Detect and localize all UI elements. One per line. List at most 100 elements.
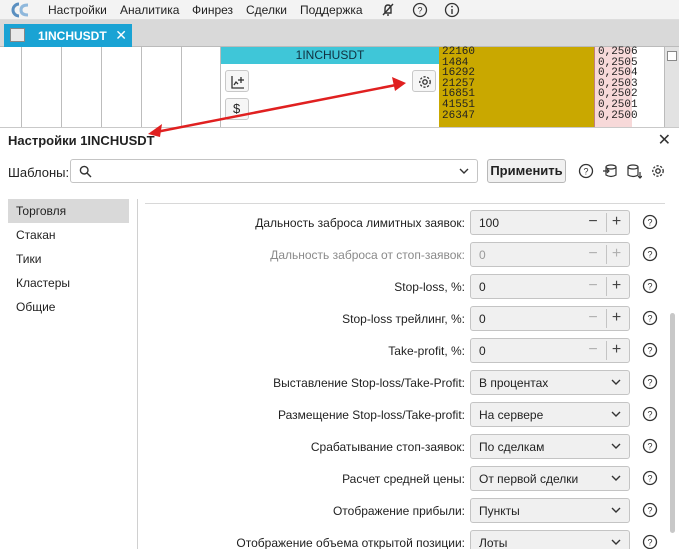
svg-text:?: ?: [647, 282, 652, 292]
export-template-icon[interactable]: [626, 163, 642, 179]
row-limit-order-offset: Дальность заброса лимитных заявок: 100 −…: [145, 208, 665, 240]
apply-button[interactable]: Применить: [487, 159, 566, 183]
take-profit-stepper[interactable]: 0 − +: [470, 338, 630, 363]
profit-display-select[interactable]: Пункты: [470, 498, 630, 523]
help-icon[interactable]: ?: [642, 534, 658, 549]
chart-add-icon: [231, 76, 244, 89]
menu-finrez[interactable]: Финрез: [192, 3, 233, 17]
help-icon[interactable]: ?: [642, 470, 658, 486]
help-icon[interactable]: ?: [642, 438, 658, 454]
row-sl-tp-mode: Выставление Stop-loss/Take-Profit: В про…: [145, 368, 665, 400]
sidebar-divider: [137, 199, 138, 549]
help-icon[interactable]: ?: [642, 310, 658, 326]
position-volume-select[interactable]: Лоты: [470, 530, 630, 549]
row-stop-loss: Stop-loss, %: 0 − + ?: [145, 272, 665, 304]
menu-support[interactable]: Поддержка: [300, 3, 363, 17]
decrement-button[interactable]: −: [584, 341, 602, 360]
chevron-down-icon: [611, 411, 621, 417]
currency-button[interactable]: $: [225, 98, 249, 120]
templates-search-input[interactable]: [70, 159, 478, 183]
search-icon: [79, 165, 92, 178]
stop-loss-stepper[interactable]: 0 − +: [470, 274, 630, 299]
chart-header: 1INCHUSDT: [221, 47, 439, 64]
svg-text:?: ?: [417, 6, 422, 16]
help-icon[interactable]: ?: [642, 246, 658, 262]
tab-title: 1INCHUSDT: [38, 29, 107, 43]
column-divider: [21, 47, 22, 127]
svg-text:?: ?: [647, 410, 652, 420]
sidebar-item-orderbook[interactable]: Стакан: [8, 223, 129, 247]
field-label: Отображение объема открытой позиции:: [236, 536, 465, 549]
top-menu-bar: Настройки Аналитика Финрез Сделки Поддер…: [0, 0, 679, 20]
field-label: Дальность заброса лимитных заявок:: [255, 216, 465, 230]
column-divider: [61, 47, 62, 127]
sidebar-item-general[interactable]: Общие: [8, 295, 129, 319]
row-take-profit: Take-profit, %: 0 − + ?: [145, 336, 665, 368]
increment-button[interactable]: +: [606, 213, 626, 232]
field-label: Размещение Stop-loss/Take-profit:: [277, 408, 465, 422]
dialog-close-icon[interactable]: ✕: [658, 130, 671, 150]
menu-deals[interactable]: Сделки: [246, 3, 287, 17]
select-value: Лоты: [479, 536, 508, 549]
menu-settings[interactable]: Настройки: [48, 3, 107, 17]
chevron-down-icon: [611, 443, 621, 449]
help-icon[interactable]: ?: [642, 342, 658, 358]
limit-order-offset-stepper[interactable]: 100 − +: [470, 210, 630, 235]
tab-1inchusdt[interactable]: 1INCHUSDT ✕: [4, 24, 132, 47]
help-icon[interactable]: ?: [578, 163, 594, 179]
sl-tp-placement-select[interactable]: На сервере: [470, 402, 630, 427]
chart-settings-button[interactable]: [412, 70, 436, 92]
chevron-down-icon[interactable]: [459, 168, 469, 175]
svg-text:?: ?: [647, 378, 652, 388]
increment-button[interactable]: +: [606, 341, 626, 360]
scrollbar[interactable]: [670, 313, 675, 533]
stepper-value: 0: [479, 280, 486, 294]
dialog-title: Настройки 1INCHUSDT: [8, 133, 155, 148]
increment-button[interactable]: +: [606, 309, 626, 328]
row-stop-order-offset: Дальность заброса от стоп-заявок: 0 − + …: [145, 240, 665, 272]
help-icon[interactable]: ?: [642, 278, 658, 294]
increment-button: +: [606, 245, 626, 264]
field-label: Take-profit, %:: [388, 344, 465, 358]
svg-text:?: ?: [647, 314, 652, 324]
svg-text:?: ?: [647, 218, 652, 228]
decrement-button[interactable]: −: [584, 213, 602, 232]
help-icon[interactable]: ?: [642, 214, 658, 230]
svg-text:?: ?: [647, 474, 652, 484]
orderbook-price-column: 0,2506 0,2505 0,2504 0,2503 0,2502 0,250…: [594, 47, 638, 127]
help-icon[interactable]: ?: [642, 374, 658, 390]
orderbook-volume: 41551: [442, 98, 476, 111]
notifications-off-icon[interactable]: [380, 2, 396, 18]
field-label: Дальность заброса от стоп-заявок:: [270, 248, 465, 262]
settings-sidebar: Торговля Стакан Тики Кластеры Общие: [8, 199, 129, 319]
row-profit-display: Отображение прибыли: Пункты ?: [145, 496, 665, 528]
help-icon[interactable]: ?: [642, 406, 658, 422]
menu-analytics[interactable]: Аналитика: [120, 3, 179, 17]
sidebar-item-trading[interactable]: Торговля: [8, 199, 129, 223]
increment-button[interactable]: +: [606, 277, 626, 296]
stop-trigger-select[interactable]: По сделкам: [470, 434, 630, 459]
stop-loss-trailing-stepper[interactable]: 0 − +: [470, 306, 630, 331]
decrement-button[interactable]: −: [584, 309, 602, 328]
row-position-volume-display: Отображение объема открытой позиции: Лот…: [145, 528, 665, 549]
sl-tp-mode-select[interactable]: В процентах: [470, 370, 630, 395]
sidebar-item-clusters[interactable]: Кластеры: [8, 271, 129, 295]
svg-text:?: ?: [583, 167, 588, 177]
field-label: Выставление Stop-loss/Take-Profit:: [273, 376, 465, 390]
gear-icon[interactable]: [650, 163, 666, 179]
chevron-down-icon: [611, 379, 621, 385]
select-value: От первой сделки: [479, 472, 579, 486]
import-template-icon[interactable]: [602, 163, 618, 179]
average-price-select[interactable]: От первой сделки: [470, 466, 630, 491]
decrement-button[interactable]: −: [584, 277, 602, 296]
tab-close-icon[interactable]: ✕: [115, 27, 127, 44]
help-icon[interactable]: ?: [642, 502, 658, 518]
sidebar-item-ticks[interactable]: Тики: [8, 247, 129, 271]
help-icon[interactable]: ?: [412, 2, 428, 18]
workspace: 1INCHUSDT $ 22160 1484 16292 21257 16851…: [0, 47, 679, 127]
info-icon[interactable]: [444, 2, 460, 18]
field-label: Отображение прибыли:: [332, 504, 465, 518]
add-indicator-button[interactable]: [225, 70, 249, 92]
row-stop-trigger: Срабатывание стоп-заявок: По сделкам ?: [145, 432, 665, 464]
svg-text:?: ?: [647, 538, 652, 548]
